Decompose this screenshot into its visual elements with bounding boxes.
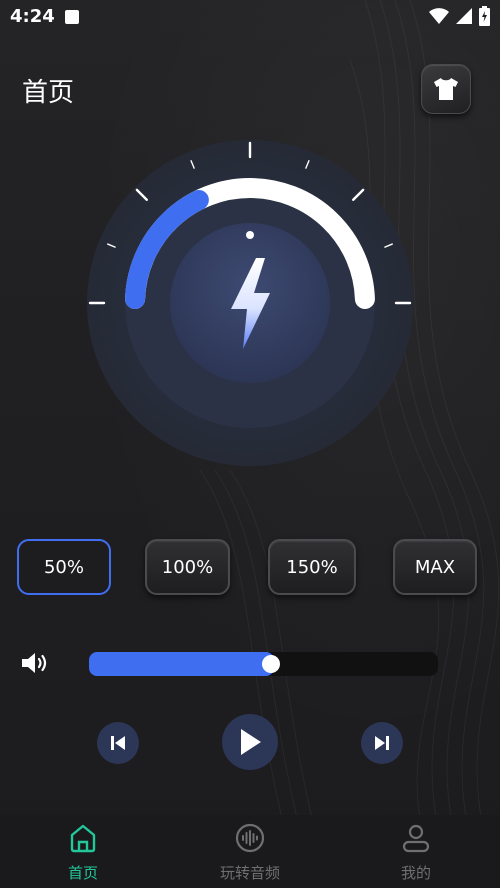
status-time: 4:24 [10,6,55,27]
preset-100-button[interactable]: 100% [145,539,230,595]
nav-item-home[interactable]: 首页 [23,815,143,888]
next-button[interactable] [361,722,403,764]
boost-dial[interactable] [85,138,415,468]
wifi-icon [429,8,449,24]
audio-wave-icon [235,823,265,853]
home-icon [70,824,96,853]
nav-label-home: 首页 [67,864,98,882]
play-icon [241,729,261,755]
speaker-icon [22,653,47,673]
nav-item-profile[interactable]: 我的 [356,815,476,888]
nav-label-audio: 玩转音频 [219,864,280,882]
bottom-nav: 首页 玩转音频 我的 [0,815,500,888]
status-icons [429,6,490,26]
nav-label-profile: 我的 [400,864,431,882]
preset-150-button[interactable]: 150% [268,539,356,595]
play-button[interactable] [222,714,278,770]
theme-button[interactable] [421,64,471,114]
previous-button[interactable] [97,722,139,764]
volume-slider-fill [89,652,274,676]
user-icon [402,824,430,853]
notification-icon [65,10,79,24]
skip-next-icon [375,736,389,750]
signal-icon [456,8,472,24]
volume-slider-thumb[interactable] [261,655,280,673]
preset-max-button[interactable]: MAX [393,539,477,595]
page-title: 首页 [22,78,75,108]
tshirt-icon [434,78,458,100]
dial-indicator-dot [246,231,254,239]
nav-item-audio[interactable]: 玩转音频 [190,815,310,888]
preset-50-button[interactable]: 50% [17,539,111,595]
skip-previous-icon [111,736,125,750]
battery-icon [479,6,490,26]
volume-slider[interactable] [89,652,438,676]
app-screen: 4:24 首页 50% 100% 150% MAX 首页 玩转音频 我的 [0,0,500,888]
status-bar: 4:24 [0,0,500,34]
